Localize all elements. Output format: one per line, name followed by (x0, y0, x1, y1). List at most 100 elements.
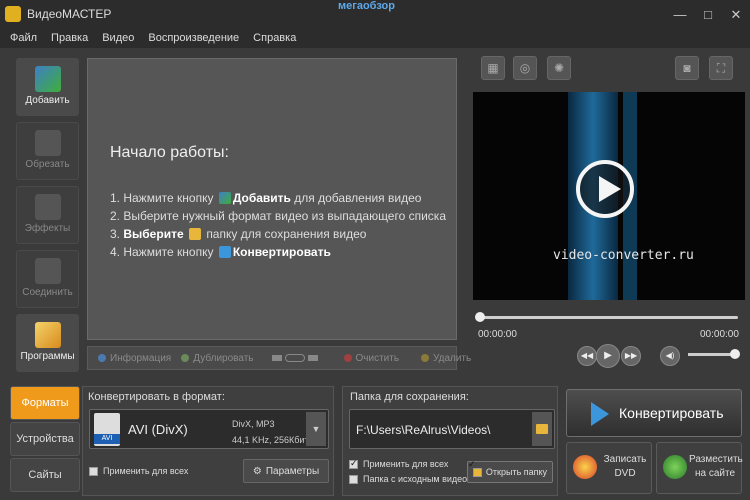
close-button[interactable]: ✕ (728, 7, 744, 23)
burn-dvd-button[interactable]: Записать DVD (566, 442, 652, 494)
big-play-icon[interactable] (576, 160, 634, 218)
menu-video[interactable]: Видео (102, 32, 134, 44)
video-preview[interactable]: video-converter.ru (473, 92, 745, 300)
category-tabs: Форматы Устройства Сайты (10, 386, 80, 496)
preview-toolbar: ▦ ◎ ✺ ◙ ⛶ (473, 56, 743, 86)
play-button[interactable]: ▶ (596, 344, 620, 368)
gear-icon: ⚙ (252, 465, 262, 477)
parameters-button[interactable]: ⚙ Параметры (243, 459, 329, 483)
list-view-icon (271, 355, 282, 361)
step-3-post: папку для сохранения видео (206, 227, 367, 241)
duplicate-button[interactable]: Дублировать (181, 352, 254, 364)
delete-button[interactable]: Удалить (421, 353, 471, 364)
codec-line-2: 44,1 KHz, 256Кбит (232, 435, 309, 445)
effects-label: Эффекты (24, 223, 71, 234)
grid-view-icon (307, 355, 318, 361)
effects-icon (34, 194, 61, 220)
fullscreen-icon[interactable]: ⛶ (709, 56, 733, 80)
burn-dvd-line-2: DVD (614, 468, 636, 479)
apply-all-format-checkbox[interactable] (89, 467, 98, 476)
list-toolbar: Информация Дублировать Очистить Удалить (87, 346, 471, 370)
format-codec: DivX, MP3 44,1 KHz, 256Кбит (232, 416, 309, 448)
effects-button[interactable]: Эффекты (16, 186, 79, 244)
time-total: 00:00:00 (700, 329, 739, 340)
save-folder-panel: Папка для сохранения: F:\Users\ReAlrus\V… (342, 386, 558, 496)
tab-sites[interactable]: Сайты (10, 458, 80, 492)
delete-label: Удалить (433, 352, 472, 364)
menu-edit[interactable]: Правка (51, 32, 88, 44)
parameters-label: Параметры (265, 465, 320, 477)
menu-playback[interactable]: Воспроизведение (148, 32, 239, 44)
preview-caption: video-converter.ru (553, 248, 694, 263)
menu-file[interactable]: Файл (10, 32, 37, 44)
source-folder-checkbox[interactable] (349, 475, 358, 484)
delete-icon (421, 354, 430, 362)
format-select[interactable]: AVI AVI (DivX) DivX, MP3 44,1 KHz, 256Кб… (89, 409, 329, 449)
tab-devices[interactable]: Устройства (10, 422, 80, 456)
rotate-icon[interactable]: ◎ (513, 56, 537, 80)
getting-started-title: Начало работы: (110, 144, 229, 161)
brightness-icon[interactable]: ✺ (547, 56, 571, 80)
codec-line-1: DivX, MP3 (232, 419, 275, 429)
step-3-bold: Выберите (123, 227, 184, 241)
volume-handle[interactable] (730, 349, 740, 359)
save-path-field[interactable]: F:\Users\ReAlrus\Videos\ (349, 409, 555, 449)
file-list-area[interactable]: Начало работы: 1. Нажмите кнопку Добавит… (87, 58, 457, 340)
apply-all-format-label: Применить для всех (103, 466, 189, 476)
apply-all-save-label: Применить для всех (363, 459, 449, 469)
step-2: 2. Выберите нужный формат видео из выпад… (110, 209, 446, 223)
step-1-post: для добавления видео (294, 191, 422, 205)
time-current: 00:00:00 (478, 329, 517, 340)
toggle-switch[interactable] (284, 354, 305, 362)
tab-formats[interactable]: Форматы (10, 386, 80, 420)
format-name: AVI (DivX) (128, 422, 188, 437)
clear-icon (343, 354, 352, 362)
publish-line-1: Разместить (689, 454, 743, 465)
step-4-pre: 4. Нажмите кнопку (110, 245, 214, 259)
open-folder-button[interactable]: Открыть папку (467, 461, 553, 483)
folder-icon (536, 424, 548, 434)
publish-online-button[interactable]: Разместить на сайте (656, 442, 743, 494)
trim-label: Обрезать (25, 159, 70, 170)
avi-file-icon: AVI (94, 413, 120, 446)
minimize-button[interactable]: — (672, 7, 688, 23)
crop-icon[interactable]: ▦ (481, 56, 505, 80)
format-panel-title: Конвертировать в формат: (88, 391, 225, 403)
maximize-button[interactable]: □ (700, 7, 716, 23)
dvd-disc-icon (573, 455, 597, 479)
seek-handle[interactable] (475, 312, 485, 322)
tool-panel: Добавить Обрезать Эффекты Соединить Прог… (10, 54, 84, 372)
add-button[interactable]: Добавить (16, 58, 79, 116)
title-bar: ВидеоМАСТЕР мегаобзор — □ ✕ (0, 0, 750, 28)
scissors-icon (34, 130, 61, 156)
step-3-pre: 3. (110, 227, 121, 241)
join-button[interactable]: Соединить (16, 250, 79, 308)
menu-help[interactable]: Справка (253, 32, 296, 44)
convert-button[interactable]: Конвертировать (566, 389, 742, 437)
app-logo-icon (5, 6, 21, 22)
rewind-button[interactable]: ◀◀ (577, 346, 597, 366)
window-title: ВидеоМАСТЕР (27, 7, 112, 21)
forward-button[interactable]: ▶▶ (621, 346, 641, 366)
clear-button[interactable]: Очистить (343, 353, 399, 364)
volume-icon[interactable]: ◀) (660, 346, 680, 366)
apply-all-save-checkbox[interactable] (349, 458, 358, 469)
snapshot-camera-icon[interactable]: ◙ (675, 56, 699, 80)
view-toggle[interactable] (271, 354, 318, 362)
source-folder-label: Папка с исходным видео (363, 474, 468, 484)
join-label: Соединить (22, 287, 73, 298)
programs-button[interactable]: Программы (16, 314, 79, 372)
burn-dvd-line-1: Записать (603, 454, 647, 465)
avi-badge: AVI (94, 434, 120, 444)
seek-bar[interactable] (475, 312, 738, 322)
programs-label: Программы (20, 351, 75, 362)
browse-folder-button[interactable] (532, 412, 552, 446)
trim-button[interactable]: Обрезать (16, 122, 79, 180)
open-folder-label: Открыть папку (485, 467, 548, 477)
volume-slider[interactable] (688, 349, 740, 359)
info-button[interactable]: Информация (98, 353, 171, 364)
duplicate-label: Дублировать (193, 352, 254, 364)
chevron-down-icon[interactable]: ▼ (306, 412, 326, 446)
step-4-bold: Конвертировать (232, 245, 331, 259)
watermark: мегаобзор (338, 0, 395, 12)
